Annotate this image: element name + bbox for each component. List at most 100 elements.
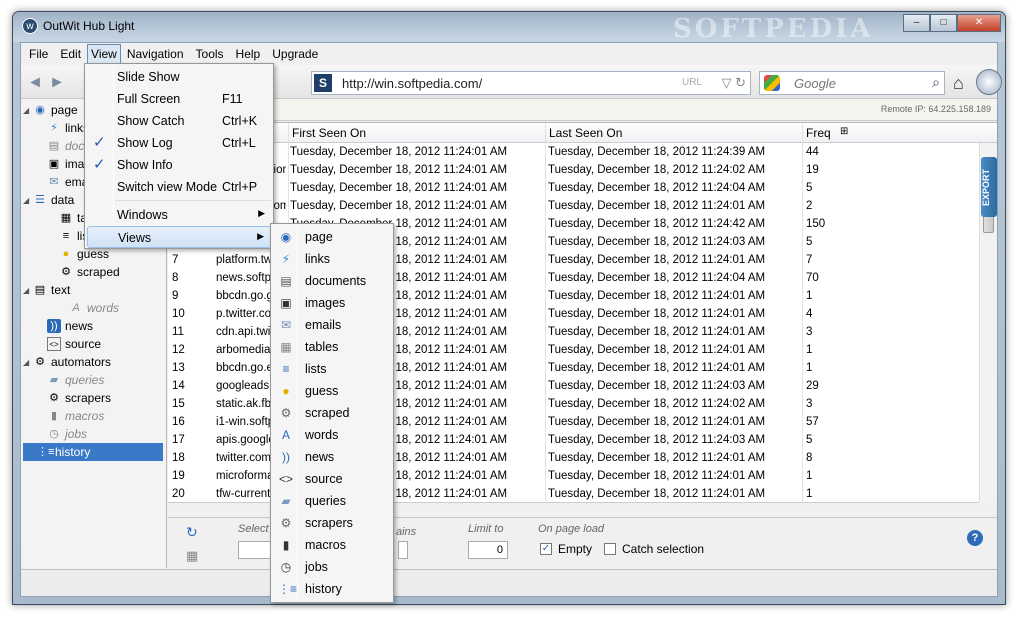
row-number: 16 [172, 416, 185, 428]
close-button[interactable]: ✕ [957, 14, 1001, 32]
images-icon: ▣ [280, 296, 292, 310]
sidebar-item-words[interactable]: Awords [69, 299, 119, 317]
submenu-item-macros[interactable]: ▮ macros [273, 534, 391, 556]
menu-edit[interactable]: Edit [54, 44, 87, 64]
submenu-item-source[interactable]: <> source [273, 468, 391, 490]
back-icon[interactable]: ◄ [25, 73, 45, 93]
catch-selection-checkbox[interactable] [604, 543, 616, 555]
remote-ip: Remote IP: 64.225.158.189 [880, 104, 991, 114]
limit-to-input[interactable]: 0 [468, 541, 508, 559]
macro-icon: ▮ [50, 410, 58, 422]
sidebar-item-source[interactable]: <> source [47, 335, 101, 353]
menu-navigation[interactable]: Navigation [121, 44, 190, 64]
first-seen-cell: Tuesday, December 18, 2012 11:24:01 AM [290, 146, 508, 158]
contains-input[interactable] [398, 541, 408, 559]
table-icon: ▦ [60, 212, 72, 224]
freq-cell: 4 [806, 308, 813, 320]
submenu-item-guess[interactable]: ● guess [273, 380, 391, 402]
menu-view[interactable]: View [87, 44, 121, 64]
menu-tools[interactable]: Tools [190, 44, 230, 64]
search-input[interactable]: Google [794, 76, 836, 91]
submenu-item-images[interactable]: ▣ images [273, 292, 391, 314]
words-icon: A [72, 302, 80, 314]
submenu-item-words[interactable]: Awords [273, 424, 391, 446]
menu-upgrade[interactable]: Upgrade [266, 44, 324, 64]
menu-item-slide-show[interactable]: Slide Show [87, 66, 271, 88]
menu-item-show-log[interactable]: ✓ Show Log Ctrl+L [87, 132, 271, 154]
freq-cell: 1 [806, 344, 813, 356]
sidebar-item-macros[interactable]: ▮ macros [47, 407, 104, 425]
submenu-item-scraped[interactable]: ⚙ scraped [273, 402, 391, 424]
table-row[interactable]: static.comTuesday, December 18, 2012 11:… [168, 144, 975, 162]
tables-icon: ▦ [280, 340, 292, 354]
col-freq[interactable]: Freq [806, 126, 831, 140]
sidebar-item-data[interactable]: ◢ ☰ data [23, 191, 74, 209]
link-icon: ⚡ [50, 122, 58, 134]
news-icon: )) [282, 450, 290, 464]
url-bar[interactable]: S http://win.softpedia.com/ URL ▽ ↻ [311, 71, 751, 95]
home-icon[interactable]: ⌂ [953, 73, 964, 94]
submenu-item-links[interactable]: ⚡ links [273, 248, 391, 270]
grid-icon[interactable]: ▦ [186, 548, 198, 564]
page-icon: ◉ [280, 230, 292, 244]
sidebar-item-automators[interactable]: ◢ ⚙ automators [23, 353, 111, 371]
forward-icon[interactable]: ► [47, 73, 67, 93]
submenu-item-queries[interactable]: ▰ queries [273, 490, 391, 512]
freq-cell: 1 [806, 488, 813, 500]
refresh-icon[interactable]: ↻ [186, 524, 198, 541]
menu-file[interactable]: File [23, 44, 54, 64]
menu-help[interactable]: Help [230, 44, 267, 64]
col-last-seen[interactable]: Last Seen On [549, 126, 622, 140]
sidebar-item-history[interactable]: ⋮≡ history [23, 443, 163, 461]
reload-icon[interactable]: ▽ ↻ [721, 75, 746, 91]
first-seen-cell: Tuesday, December 18, 2012 11:24:01 AM [290, 182, 508, 194]
col-first-seen[interactable]: First Seen On [292, 126, 366, 140]
empty-checkbox[interactable]: ✓ [540, 543, 552, 555]
table-row[interactable]: glesyndication.comTuesday, December 18, … [168, 162, 975, 180]
last-seen-cell: Tuesday, December 18, 2012 11:24:03 AM [548, 236, 766, 248]
url-text[interactable]: http://win.softpedia.com/ [342, 76, 482, 91]
submenu-item-lists[interactable]: ≡ lists [273, 358, 391, 380]
submenu-item-history[interactable]: ⋮≡ history [273, 578, 391, 600]
menu-item-show-info[interactable]: ✓ Show Info [87, 154, 271, 176]
submenu-item-emails[interactable]: ✉ emails [273, 314, 391, 336]
window-title: OutWit Hub Light [43, 19, 135, 33]
submenu-label: tables [305, 340, 339, 354]
list-icon: ≡ [62, 230, 70, 242]
help-icon[interactable]: ? [967, 530, 983, 546]
menu-item-windows[interactable]: Windows ▶ [87, 204, 271, 226]
submenu-item-page[interactable]: ◉ page [273, 226, 391, 248]
table-row[interactable]: ments.comTuesday, December 18, 2012 11:2… [168, 180, 975, 198]
submenu-item-tables[interactable]: ▦ tables [273, 336, 391, 358]
sidebar-item-page[interactable]: ◢ ◉ page [23, 101, 78, 119]
submenu-item-news[interactable]: )) news [273, 446, 391, 468]
search-box[interactable]: Google ⌕ [759, 71, 945, 95]
sidebar-item-scrapers[interactable]: ⚙ scrapers [47, 389, 111, 407]
maximize-button[interactable]: □ [930, 14, 957, 32]
menu-item-full-screen[interactable]: Full Screen F11 [87, 88, 271, 110]
submenu-item-scrapers[interactable]: ⚙ scrapers [273, 512, 391, 534]
table-row[interactable]: -analytics.comTuesday, December 18, 2012… [168, 198, 975, 216]
menu-item-views[interactable]: Views ▶ [87, 226, 271, 248]
menu-item-show-catch[interactable]: Show Catch Ctrl+K [87, 110, 271, 132]
sidebar-item-text[interactable]: ◢ ▤ text [23, 281, 70, 299]
submenu-item-jobs[interactable]: ◷ jobs [273, 556, 391, 578]
sidebar-item-jobs[interactable]: ◷ jobs [47, 425, 87, 443]
sidebar-item-links[interactable]: ⚡ links [47, 119, 89, 137]
column-picker-icon[interactable]: ⊞ [840, 126, 848, 137]
sidebar-item-news[interactable]: )) news [47, 317, 93, 335]
google-icon[interactable] [764, 75, 780, 91]
row-number: 15 [172, 398, 185, 410]
outwit-logo-icon[interactable] [976, 69, 1002, 95]
submenu-label: macros [305, 538, 346, 552]
sidebar-item-queries[interactable]: ▰ queries [47, 371, 105, 389]
freq-cell: 57 [806, 416, 819, 428]
search-icon[interactable]: ⌕ [932, 74, 940, 91]
menu-item-switch-view-mode[interactable]: Switch view Mode Ctrl+P [87, 176, 271, 198]
last-seen-cell: Tuesday, December 18, 2012 11:24:02 AM [548, 164, 766, 176]
export-button[interactable]: EXPORT [981, 157, 997, 217]
last-seen-cell: Tuesday, December 18, 2012 11:24:01 AM [548, 470, 766, 482]
minimize-button[interactable]: – [903, 14, 930, 32]
submenu-item-documents[interactable]: ▤ documents [273, 270, 391, 292]
sidebar-item-scraped[interactable]: ⚙ scraped [59, 263, 120, 281]
